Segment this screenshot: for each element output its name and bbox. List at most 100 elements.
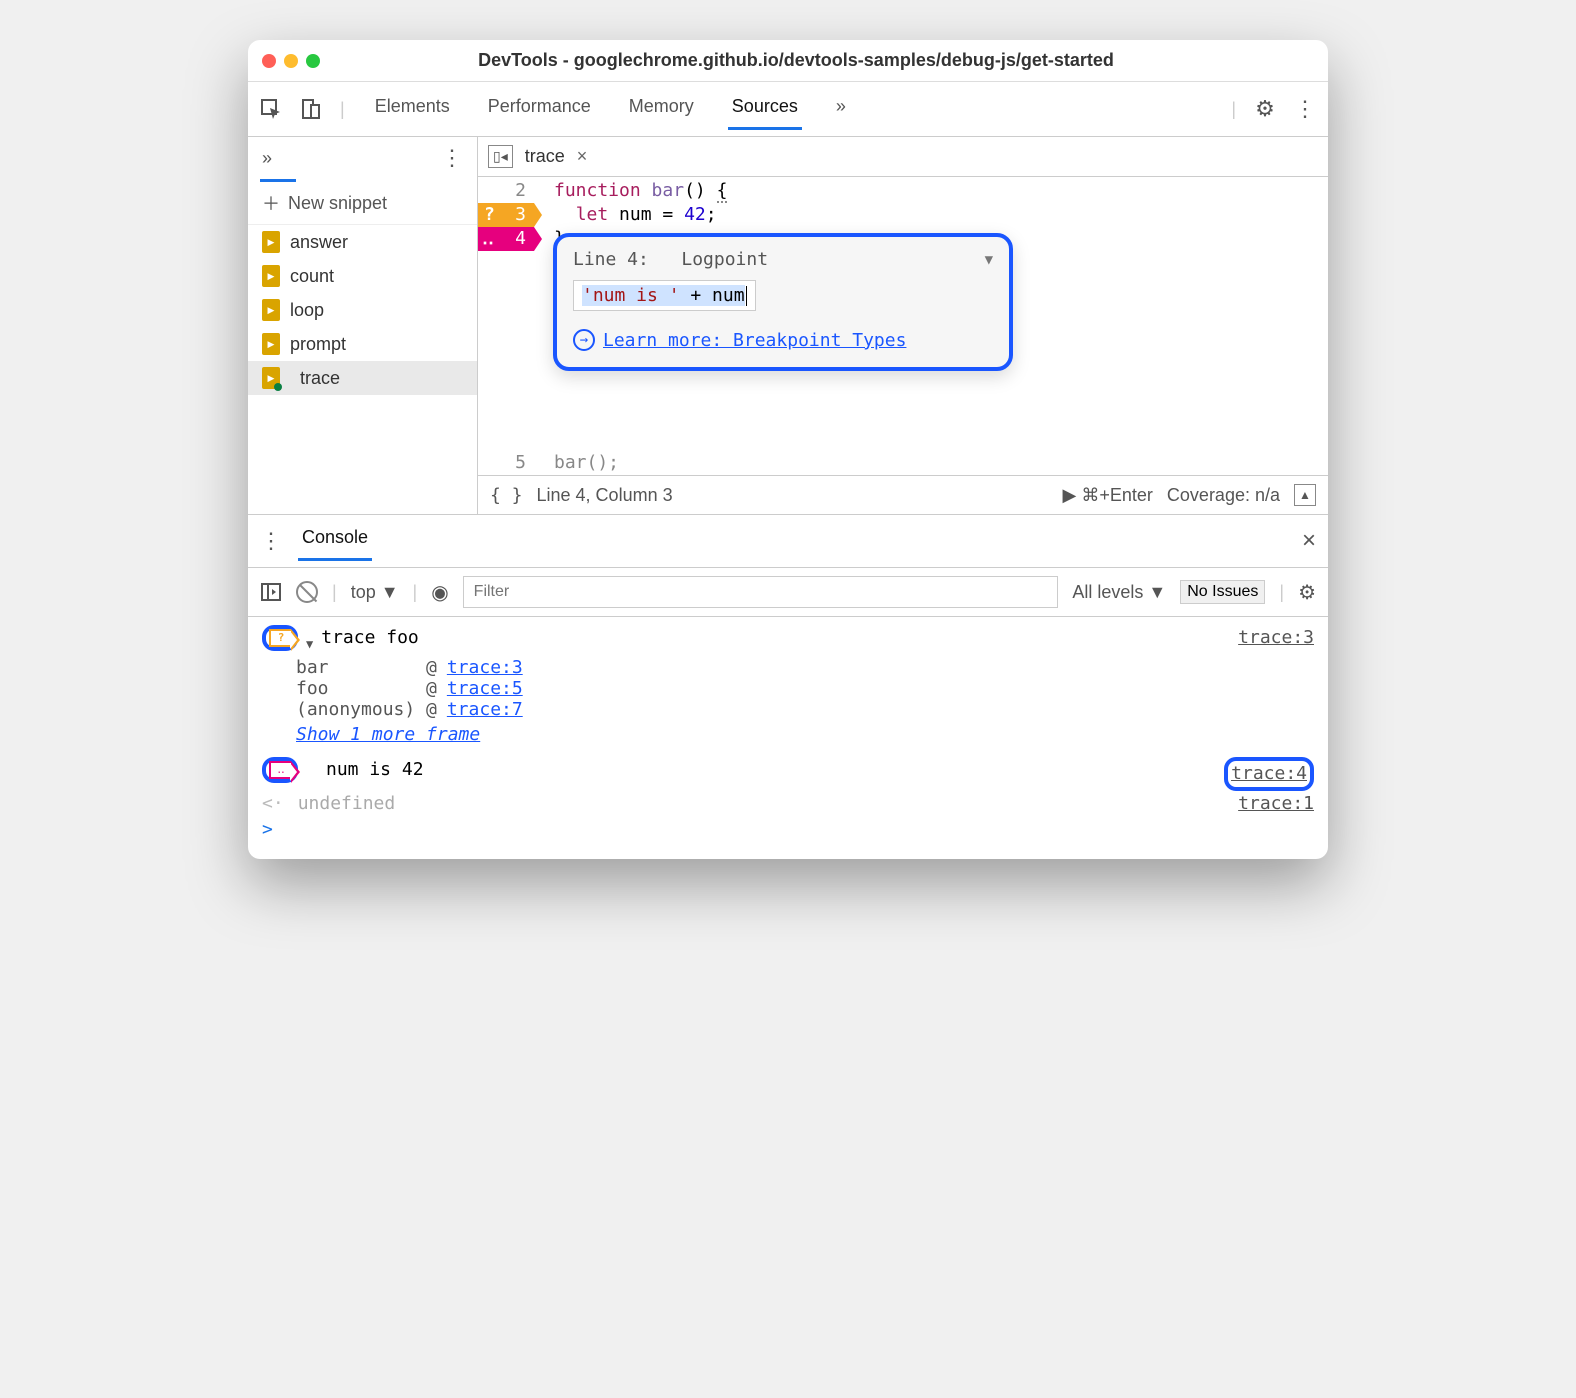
stack-frame: bar@ trace:3 <box>296 657 1314 678</box>
line-number-3-conditional-bp[interactable]: 3 <box>478 203 534 227</box>
return-source-link[interactable]: trace:1 <box>1238 791 1314 817</box>
run-snippet-hint[interactable]: ▶ ⌘+Enter <box>1063 485 1153 506</box>
titlebar: DevTools - googlechrome.github.io/devtoo… <box>248 40 1328 82</box>
chevron-down-icon[interactable]: ▼ <box>985 252 993 268</box>
arrow-right-circle-icon: → <box>573 329 595 351</box>
live-expression-icon[interactable]: ◉ <box>431 580 448 605</box>
stack-frame: foo@ trace:5 <box>296 678 1314 699</box>
line-number-4-logpoint[interactable]: 4 <box>478 227 534 251</box>
trace-source-link[interactable]: trace:3 <box>1238 625 1314 651</box>
drawer-tabbar: ⋮ Console × <box>248 515 1328 568</box>
console-logpoint-row: ‥ num is 42 trace:4 <box>262 757 1314 791</box>
snippet-item-prompt[interactable]: prompt <box>248 327 477 361</box>
line-number-5[interactable]: 5 <box>478 451 534 475</box>
panel-tabs: Elements Performance Memory Sources » <box>371 88 1214 130</box>
logpoint-popup: Line 4: Logpoint ▼ 'num is ' + num → Lea… <box>553 233 1013 371</box>
code-editor: ▯◂ trace × 2 3 4 5 function bar() { let … <box>478 137 1328 514</box>
highlight-logpoint-badge: ‥ <box>262 757 298 783</box>
gear-icon[interactable]: ⚙ <box>1254 98 1276 120</box>
show-more-frames-link[interactable]: Show 1 more frame <box>296 724 480 745</box>
editor-tab-filename[interactable]: trace <box>525 146 565 167</box>
logpoint-message: num is 42 <box>326 757 424 783</box>
learn-more-text[interactable]: Learn more: Breakpoint Types <box>603 330 906 351</box>
new-snippet-label: New snippet <box>288 193 387 214</box>
snippet-name: loop <box>290 300 324 321</box>
close-window-button[interactable] <box>262 54 276 68</box>
zoom-window-button[interactable] <box>306 54 320 68</box>
toggle-navigator-icon[interactable]: ▯◂ <box>488 145 513 168</box>
stack-frame-link[interactable]: trace:5 <box>447 678 523 699</box>
snippet-file-icon <box>262 333 280 355</box>
stack-frame: (anonymous)@ trace:7 <box>296 699 1314 720</box>
issues-button[interactable]: No Issues <box>1180 580 1265 604</box>
sidebar-more-sections[interactable]: » <box>262 148 272 169</box>
drawer-tab-console[interactable]: Console <box>298 521 372 561</box>
logpoint-expression-input[interactable]: 'num is ' + num <box>573 280 756 311</box>
kebab-menu-icon[interactable]: ⋮ <box>1294 98 1316 120</box>
minimize-window-button[interactable] <box>284 54 298 68</box>
snippet-item-loop[interactable]: loop <box>248 293 477 327</box>
popup-header: Line 4: Logpoint ▼ <box>573 249 993 270</box>
console-prompt-row[interactable]: > <box>262 817 1314 843</box>
editor-status-bar: { } Line 4, Column 3 ▶ ⌘+Enter Coverage:… <box>478 475 1328 514</box>
device-icon[interactable] <box>300 98 322 120</box>
logpoint-source-link[interactable]: trace:4 <box>1231 761 1307 787</box>
popup-line-label: Line 4: <box>573 249 649 270</box>
new-snippet-button[interactable]: ＋ New snippet <box>248 182 477 225</box>
return-value: undefined <box>298 791 396 817</box>
tab-memory[interactable]: Memory <box>625 88 698 130</box>
pretty-print-icon[interactable]: { } <box>490 485 523 506</box>
close-drawer-icon[interactable]: × <box>1302 527 1316 555</box>
sidebar-menu-icon[interactable]: ⋮ <box>441 145 463 171</box>
tab-elements[interactable]: Elements <box>371 88 454 130</box>
console-trace-row: ? ▼ trace foo trace:3 <box>262 625 1314 657</box>
snippet-file-icon <box>262 299 280 321</box>
console-sidebar-toggle-icon[interactable] <box>260 581 282 603</box>
prompt-icon: > <box>262 817 273 843</box>
inspect-icon[interactable] <box>260 98 282 120</box>
tab-sources[interactable]: Sources <box>728 88 802 130</box>
popup-type-label[interactable]: Logpoint <box>681 249 768 270</box>
window-title: DevTools - googlechrome.github.io/devtoo… <box>338 50 1314 71</box>
snippet-item-count[interactable]: count <box>248 259 477 293</box>
console-filter-input[interactable] <box>463 576 1059 608</box>
line-number-2[interactable]: 2 <box>478 179 534 203</box>
more-tabs-menu[interactable]: » <box>832 88 850 130</box>
code-area[interactable]: 2 3 4 5 function bar() { let num = 42; }… <box>478 177 1328 475</box>
snippet-file-icon <box>262 265 280 287</box>
stack-trace: bar@ trace:3foo@ trace:5(anonymous)@ tra… <box>262 657 1314 720</box>
console-settings-icon[interactable]: ⚙ <box>1298 580 1316 605</box>
gutter[interactable]: 2 3 4 5 <box>478 177 534 475</box>
trace-message: trace foo <box>321 625 419 651</box>
editor-tabs: ▯◂ trace × <box>478 137 1328 177</box>
snippet-item-trace[interactable]: trace <box>248 361 477 395</box>
tab-performance[interactable]: Performance <box>484 88 595 130</box>
log-level-selector[interactable]: All levels ▼ <box>1072 582 1166 603</box>
sidebar: » ⋮ ＋ New snippet answer count loop prompt t… <box>248 137 478 514</box>
code-line-5[interactable]: bar(); <box>534 451 1328 475</box>
snippet-item-answer[interactable]: answer <box>248 225 477 259</box>
code-line-2[interactable]: function bar() { <box>534 179 1328 203</box>
snippet-name: count <box>290 266 334 287</box>
gutter-gap <box>478 251 534 451</box>
snippet-name: answer <box>290 232 348 253</box>
stack-frame-link[interactable]: trace:7 <box>447 699 523 720</box>
coverage-status: Coverage: n/a <box>1167 485 1280 506</box>
snippet-file-icon <box>262 231 280 253</box>
sidebar-header: » ⋮ <box>248 137 477 179</box>
snippet-name: trace <box>300 368 340 389</box>
logpoint-icon: ‥ <box>269 761 291 779</box>
traffic-lights <box>262 54 320 68</box>
clear-console-icon[interactable] <box>296 581 318 603</box>
toggle-details-icon[interactable]: ▲ <box>1294 484 1316 506</box>
main-toolbar: | Elements Performance Memory Sources » … <box>248 82 1328 137</box>
console-return-row: <· undefined trace:1 <box>262 791 1314 817</box>
drawer-menu-icon[interactable]: ⋮ <box>260 528 282 554</box>
context-selector[interactable]: top ▼ <box>351 582 399 603</box>
learn-more-link[interactable]: → Learn more: Breakpoint Types <box>573 329 993 351</box>
stack-frame-link[interactable]: trace:3 <box>447 657 523 678</box>
close-tab-icon[interactable]: × <box>577 146 588 167</box>
trace-icon: ? <box>269 629 291 647</box>
code-line-3[interactable]: let num = 42; <box>534 203 1328 227</box>
disclosure-triangle-icon[interactable]: ▼ <box>306 631 313 657</box>
